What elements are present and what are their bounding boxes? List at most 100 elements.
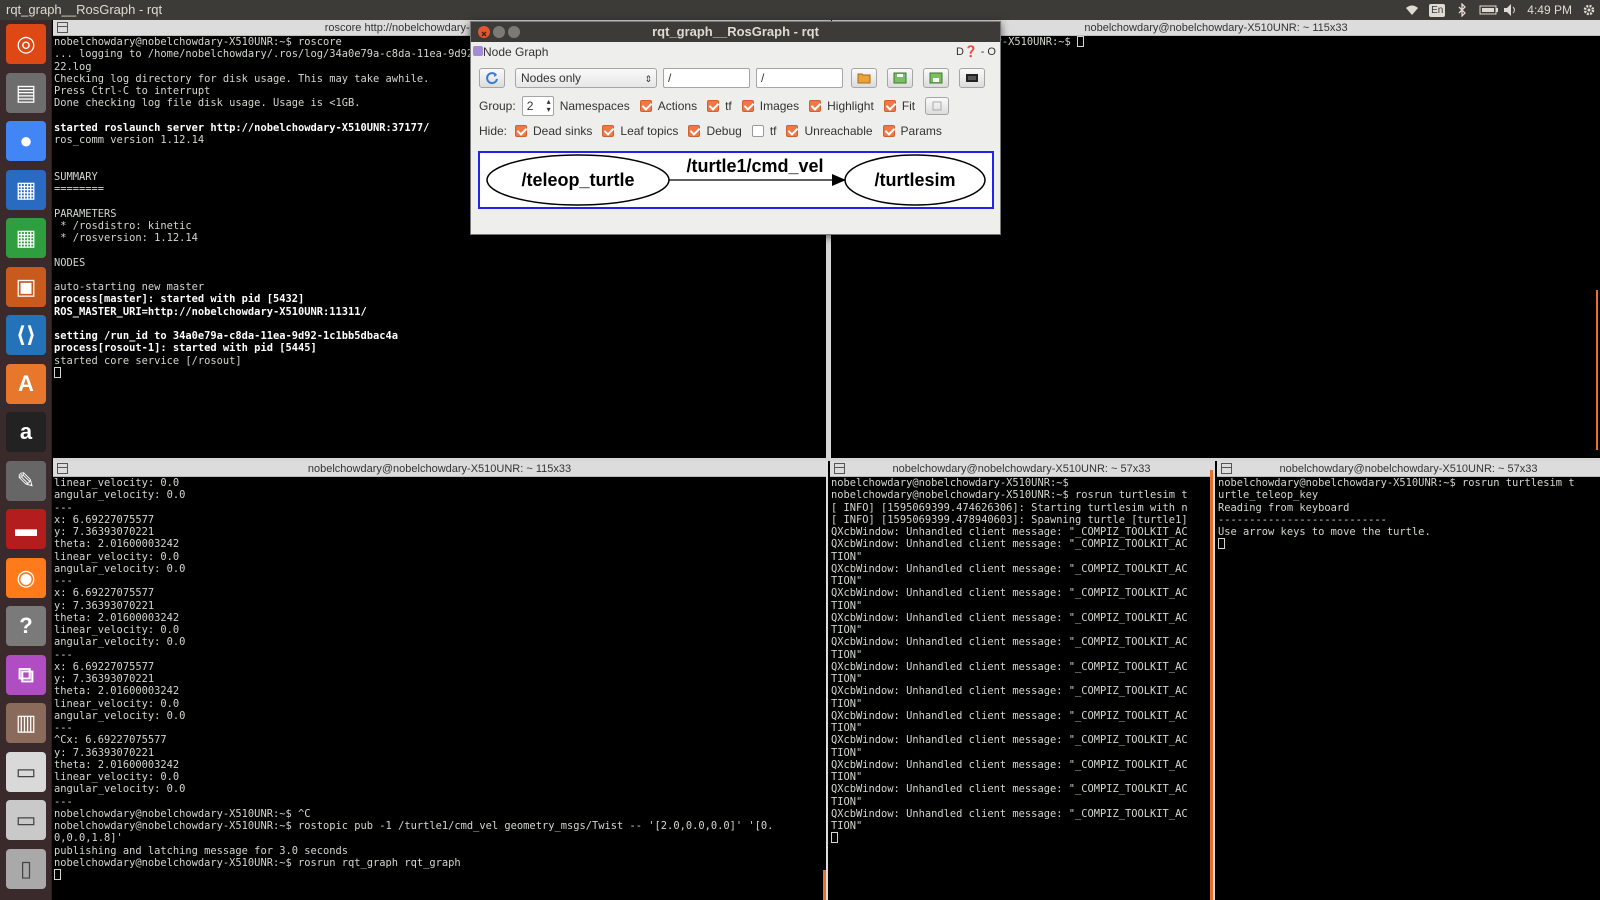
terminal-line: process[master]: started with pid [5432] — [54, 293, 305, 306]
rqt-window-title: rqt_graph__RosGraph - rqt — [652, 24, 819, 39]
terminal-line: angular_velocity: 0.0 — [54, 489, 186, 502]
terminal-cursor-line — [54, 366, 826, 379]
terminal-line: QXcbWindow: Unhandled client message: "_… — [831, 611, 1188, 624]
images-checkbox[interactable]: Images — [741, 99, 799, 113]
save-svg-button[interactable] — [923, 68, 949, 88]
terminal-title-bar[interactable]: nobelchowdary@nobelchowdary-X510UNR: ~ 5… — [830, 461, 1213, 477]
terminal-title-bar[interactable]: nobelchowdary@nobelchowdary-X510UNR: ~ 1… — [53, 461, 826, 477]
trash-icon[interactable]: ▯ — [6, 848, 46, 889]
software-center-icon[interactable]: A — [6, 363, 46, 404]
save-dot-button[interactable] — [887, 68, 913, 88]
terminal-line: x: 6.69227075577 — [54, 513, 155, 526]
workspace-icon[interactable]: ▥ — [6, 703, 46, 743]
wifi-icon[interactable] — [1405, 3, 1419, 17]
scrollbar[interactable] — [823, 870, 826, 900]
gear-icon[interactable] — [1582, 3, 1596, 17]
bluetooth-icon[interactable] — [1455, 2, 1469, 18]
scrollbar[interactable] — [1596, 290, 1598, 450]
checkbox-box[interactable] — [602, 125, 615, 137]
terminal-line: TION" — [831, 550, 863, 563]
checkbox-box[interactable] — [882, 125, 895, 137]
drive2-icon[interactable]: ▭ — [6, 800, 46, 840]
terminal-line: angular_velocity: 0.0 — [54, 709, 186, 722]
checkbox-box[interactable] — [688, 125, 701, 137]
rqt-icon[interactable]: ⧉ — [6, 654, 46, 695]
volume-icon[interactable] — [1503, 3, 1517, 17]
graph-canvas[interactable]: /teleop_turtle /turtlesim /turtle1/cmd_v… — [478, 151, 994, 209]
maximize-button[interactable] — [508, 26, 520, 38]
calc-icon[interactable]: ▦ — [6, 218, 46, 258]
writer-icon[interactable]: ▦ — [6, 169, 46, 210]
topic-filter-input[interactable]: / — [756, 68, 843, 88]
terminal-output[interactable]: nobelchowdary@nobelchowdary-X510UNR:~$ r… — [1217, 477, 1600, 551]
terminal-line: 0,0.0,1.8]' — [54, 832, 123, 845]
terminal-line: setting /run_id to 34a0e79a-c8da-11ea-9d… — [54, 330, 399, 342]
rqt-window[interactable]: rqt_graph__RosGraph - rqt Node Graph D❓ … — [470, 21, 1001, 235]
checkbox-box[interactable] — [741, 100, 754, 112]
terminal-line: TION" — [831, 746, 863, 759]
minimize-button[interactable] — [493, 26, 505, 38]
files-icon[interactable]: ▤ — [6, 72, 46, 113]
terminal-app-icon[interactable]: ▬ — [6, 509, 46, 549]
pane-divider[interactable] — [53, 458, 1600, 461]
terminal-line: QXcbWindow: Unhandled client message: "_… — [831, 758, 1188, 771]
pane-divider[interactable] — [1213, 461, 1217, 900]
node-filter-input[interactable]: / — [663, 68, 750, 88]
checkbox-box[interactable] — [515, 125, 528, 137]
terminal-title-bar[interactable]: nobelchowdary@nobelchowdary-X510UNR: ~ 5… — [1217, 461, 1600, 477]
vscode-icon[interactable]: ⟨⟩ — [6, 315, 46, 355]
scrollbar[interactable] — [1210, 470, 1213, 900]
fit-checkbox[interactable]: Fit — [883, 99, 915, 113]
drive-icon[interactable]: ▭ — [6, 751, 46, 792]
impress-icon[interactable]: ▣ — [6, 266, 46, 307]
close-icon — [481, 31, 487, 37]
chrome-icon[interactable]: ● — [6, 121, 46, 161]
terminal-output[interactable]: nobelchowdary@nobelchowdary-X510UNR:~$ no… — [830, 477, 1213, 845]
plugin-controls[interactable]: D❓ - O — [956, 45, 996, 58]
dead-sinks-checkbox[interactable]: Dead sinks — [515, 124, 592, 138]
close-button[interactable] — [478, 26, 490, 38]
highlight-checkbox[interactable]: Highlight — [809, 99, 874, 113]
terminal-line: QXcbWindow: Unhandled client message: "_… — [831, 783, 1188, 796]
terminal-line: theta: 2.01600003242 — [54, 758, 180, 771]
leaf-topics-checkbox[interactable]: Leaf topics — [602, 124, 678, 138]
checkbox-box[interactable] — [751, 125, 764, 137]
terminal-turtlesim[interactable]: nobelchowdary@nobelchowdary-X510UNR: ~ 5… — [830, 461, 1213, 900]
hide-tf-checkbox[interactable]: tf — [751, 124, 776, 138]
group-label: Group: — [479, 99, 516, 113]
firefox-icon[interactable]: ◉ — [6, 557, 46, 598]
terminal-line: TION" — [831, 820, 863, 832]
clock[interactable]: 4:49 PM — [1527, 3, 1572, 17]
unreachable-checkbox[interactable]: Unreachable — [786, 124, 873, 138]
settings-icon[interactable]: ✎ — [6, 460, 46, 501]
pane-divider[interactable] — [826, 458, 830, 900]
fit-in-view-button[interactable] — [925, 97, 950, 115]
open-button[interactable] — [851, 68, 877, 88]
terminal-line: --- — [54, 722, 73, 734]
battery-icon[interactable] — [1479, 3, 1499, 17]
group-spinbox[interactable]: 2 ▴ ▾ — [521, 96, 554, 116]
save-image-button[interactable] — [959, 68, 985, 88]
checkbox-box[interactable] — [883, 100, 896, 112]
actions-checkbox[interactable]: Actions — [639, 99, 697, 113]
checkbox-box[interactable] — [809, 100, 822, 112]
rqt-title-bar[interactable]: rqt_graph__RosGraph - rqt — [471, 22, 1000, 42]
terminal-line: TION" — [831, 624, 863, 636]
terminal-teleop[interactable]: nobelchowdary@nobelchowdary-X510UNR: ~ 5… — [1217, 461, 1600, 900]
keyboard-layout-indicator[interactable]: En — [1429, 3, 1446, 17]
terminal-pose-echo[interactable]: nobelchowdary@nobelchowdary-X510UNR: ~ 1… — [53, 461, 826, 900]
help-icon[interactable]: ? — [6, 606, 46, 646]
terminal-line: angular_velocity: 0.0 — [54, 783, 186, 796]
tf-checkbox[interactable]: tf — [707, 99, 732, 113]
checkbox-box[interactable] — [707, 100, 720, 112]
graph-mode-dropdown[interactable]: Nodes only ⇕ — [515, 68, 657, 88]
checkbox-box[interactable] — [639, 100, 652, 112]
amazon-icon[interactable]: a — [6, 412, 46, 452]
terminal-line: nobelchowdary@nobelchowdary-X510UNR:~$ r… — [54, 856, 461, 869]
refresh-button[interactable] — [479, 68, 505, 88]
ubuntu-dash-icon[interactable]: ◎ — [6, 24, 46, 64]
debug-checkbox[interactable]: Debug — [688, 124, 742, 138]
terminal-output[interactable]: linear_velocity: 0.0 angular_velocity: 0.… — [53, 477, 826, 881]
params-checkbox[interactable]: Params — [882, 124, 942, 138]
checkbox-box[interactable] — [786, 125, 799, 137]
